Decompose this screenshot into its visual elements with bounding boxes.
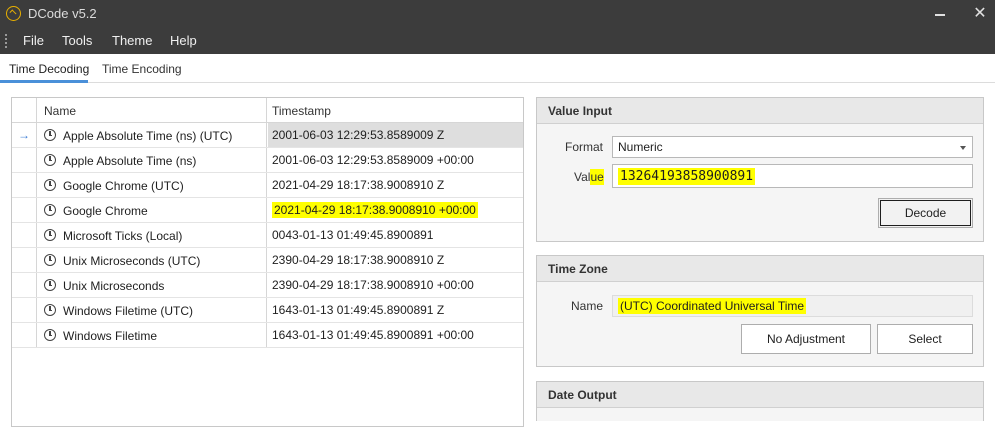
table-row[interactable]: Google Chrome 2021-04-29 18:17:38.900891… (12, 198, 523, 223)
row-timestamp[interactable]: 2390-04-29 18:17:38.9008910 Z (268, 248, 523, 272)
format-selected-value: Numeric (618, 140, 663, 154)
row-name: Apple Absolute Time (ns) (UTC) (63, 129, 233, 143)
grid-header: Name Timestamp (12, 98, 523, 123)
clock-icon (44, 204, 56, 216)
date-output-header: Date Output (537, 382, 983, 408)
format-dropdown[interactable]: Numeric (612, 136, 973, 158)
row-indicator (12, 173, 37, 197)
time-zone-panel: Time Zone Name (UTC) Coordinated Univers… (536, 255, 984, 367)
column-header-timestamp[interactable]: Timestamp (272, 104, 331, 118)
row-timestamp[interactable]: 1643-01-13 01:49:45.8900891 Z (268, 298, 523, 322)
row-timestamp[interactable]: 2390-04-29 18:17:38.9008910 +00:00 (268, 273, 523, 297)
menu-grip-icon (5, 34, 7, 48)
column-divider (266, 148, 267, 172)
row-timestamp[interactable]: 1643-01-13 01:49:45.8900891 +00:00 (268, 323, 523, 347)
column-divider (266, 123, 267, 147)
column-divider (266, 298, 267, 322)
row-name: Apple Absolute Time (ns) (63, 154, 197, 168)
column-header-name[interactable]: Name (44, 104, 76, 118)
value-input-text: 13264193858900891 (618, 168, 756, 185)
column-divider (266, 173, 267, 197)
tab-time-encoding[interactable]: Time Encoding (102, 62, 182, 76)
window-title: DCode v5.2 (28, 6, 97, 21)
row-timestamp[interactable]: 2021-04-29 18:17:38.9008910 Z (268, 173, 523, 197)
value-label-highlight: ue (590, 169, 604, 185)
no-adjustment-button[interactable]: No Adjustment (741, 324, 871, 354)
close-icon[interactable]: ✕ (970, 4, 990, 24)
row-indicator (12, 323, 37, 347)
value-label: Value (574, 169, 604, 185)
row-name: Google Chrome (63, 204, 148, 218)
current-row-arrow-icon: → (12, 123, 37, 147)
table-row[interactable]: Windows Filetime (UTC) 1643-01-13 01:49:… (12, 298, 523, 323)
column-divider (266, 323, 267, 347)
row-indicator (12, 198, 37, 222)
table-row[interactable]: Unix Microseconds (UTC) 2390-04-29 18:17… (12, 248, 523, 273)
column-divider (266, 248, 267, 272)
row-indicator (12, 298, 37, 322)
row-timestamp[interactable]: 2001-06-03 12:29:53.8589009 +00:00 (268, 148, 523, 172)
value-label-part: Val (574, 170, 591, 184)
clock-icon (44, 329, 56, 341)
row-name: Unix Microseconds (63, 279, 165, 293)
title-bar: DCode v5.2 ✕ (0, 0, 995, 28)
row-name: Windows Filetime (UTC) (63, 304, 194, 318)
value-input-field[interactable]: 13264193858900891 (612, 164, 973, 188)
table-row[interactable]: Windows Filetime 1643-01-13 01:49:45.890… (12, 323, 523, 348)
row-timestamp[interactable]: 2021-04-29 18:17:38.9008910 +00:00 (268, 198, 523, 222)
clock-icon (44, 279, 56, 291)
app-logo-icon (6, 6, 21, 21)
minimize-icon[interactable] (930, 4, 950, 24)
row-indicator (12, 273, 37, 297)
menu-bar: File Tools Theme Help (0, 28, 995, 54)
table-row[interactable]: Microsoft Ticks (Local) 0043-01-13 01:49… (12, 223, 523, 248)
row-name: Microsoft Ticks (Local) (63, 229, 183, 243)
menu-help[interactable]: Help (170, 33, 197, 48)
row-indicator (12, 148, 37, 172)
value-input-panel: Value Input Format Numeric Value 1326419… (536, 97, 984, 242)
time-zone-name-field: (UTC) Coordinated Universal Time (612, 295, 973, 317)
clock-icon (44, 129, 56, 141)
tab-time-decoding[interactable]: Time Decoding (9, 62, 89, 76)
date-output-panel: Date Output (536, 381, 984, 421)
row-name: Windows Filetime (63, 329, 158, 343)
decode-button[interactable]: Decode (878, 198, 973, 228)
clock-icon (44, 154, 56, 166)
menu-tools[interactable]: Tools (62, 33, 92, 48)
table-row[interactable]: Google Chrome (UTC) 2021-04-29 18:17:38.… (12, 173, 523, 198)
table-row[interactable]: → Apple Absolute Time (ns) (UTC) 2001-06… (12, 123, 523, 148)
tab-strip: Time Decoding Time Encoding (0, 54, 995, 83)
row-name: Google Chrome (UTC) (63, 179, 184, 193)
clock-icon (44, 229, 56, 241)
time-zone-name-value: (UTC) Coordinated Universal Time (618, 298, 807, 314)
column-divider (266, 198, 267, 222)
clock-icon (44, 179, 56, 191)
column-divider (266, 223, 267, 247)
column-divider (266, 273, 267, 297)
chevron-down-icon (960, 146, 966, 150)
row-indicator (12, 248, 37, 272)
value-input-header: Value Input (537, 98, 983, 124)
row-timestamp[interactable]: 2001-06-03 12:29:53.8589009 Z (268, 123, 523, 147)
select-time-zone-button[interactable]: Select (877, 324, 973, 354)
highlighted-timestamp: 2021-04-29 18:17:38.9008910 +00:00 (272, 202, 478, 218)
time-zone-name-label: Name (571, 299, 604, 313)
results-grid[interactable]: Name Timestamp → Apple Absolute Time (ns… (11, 97, 524, 427)
menu-theme[interactable]: Theme (112, 33, 152, 48)
row-timestamp[interactable]: 0043-01-13 01:49:45.8900891 (268, 223, 523, 247)
clock-icon (44, 254, 56, 266)
row-indicator-header (12, 98, 37, 123)
table-row[interactable]: Unix Microseconds 2390-04-29 18:17:38.90… (12, 273, 523, 298)
active-tab-indicator (0, 80, 88, 83)
format-label: Format (565, 140, 604, 154)
column-divider[interactable] (266, 98, 267, 123)
row-name: Unix Microseconds (UTC) (63, 254, 201, 268)
menu-file[interactable]: File (23, 33, 44, 48)
clock-icon (44, 304, 56, 316)
time-zone-header: Time Zone (537, 256, 983, 282)
table-row[interactable]: Apple Absolute Time (ns) 2001-06-03 12:2… (12, 148, 523, 173)
row-indicator (12, 223, 37, 247)
